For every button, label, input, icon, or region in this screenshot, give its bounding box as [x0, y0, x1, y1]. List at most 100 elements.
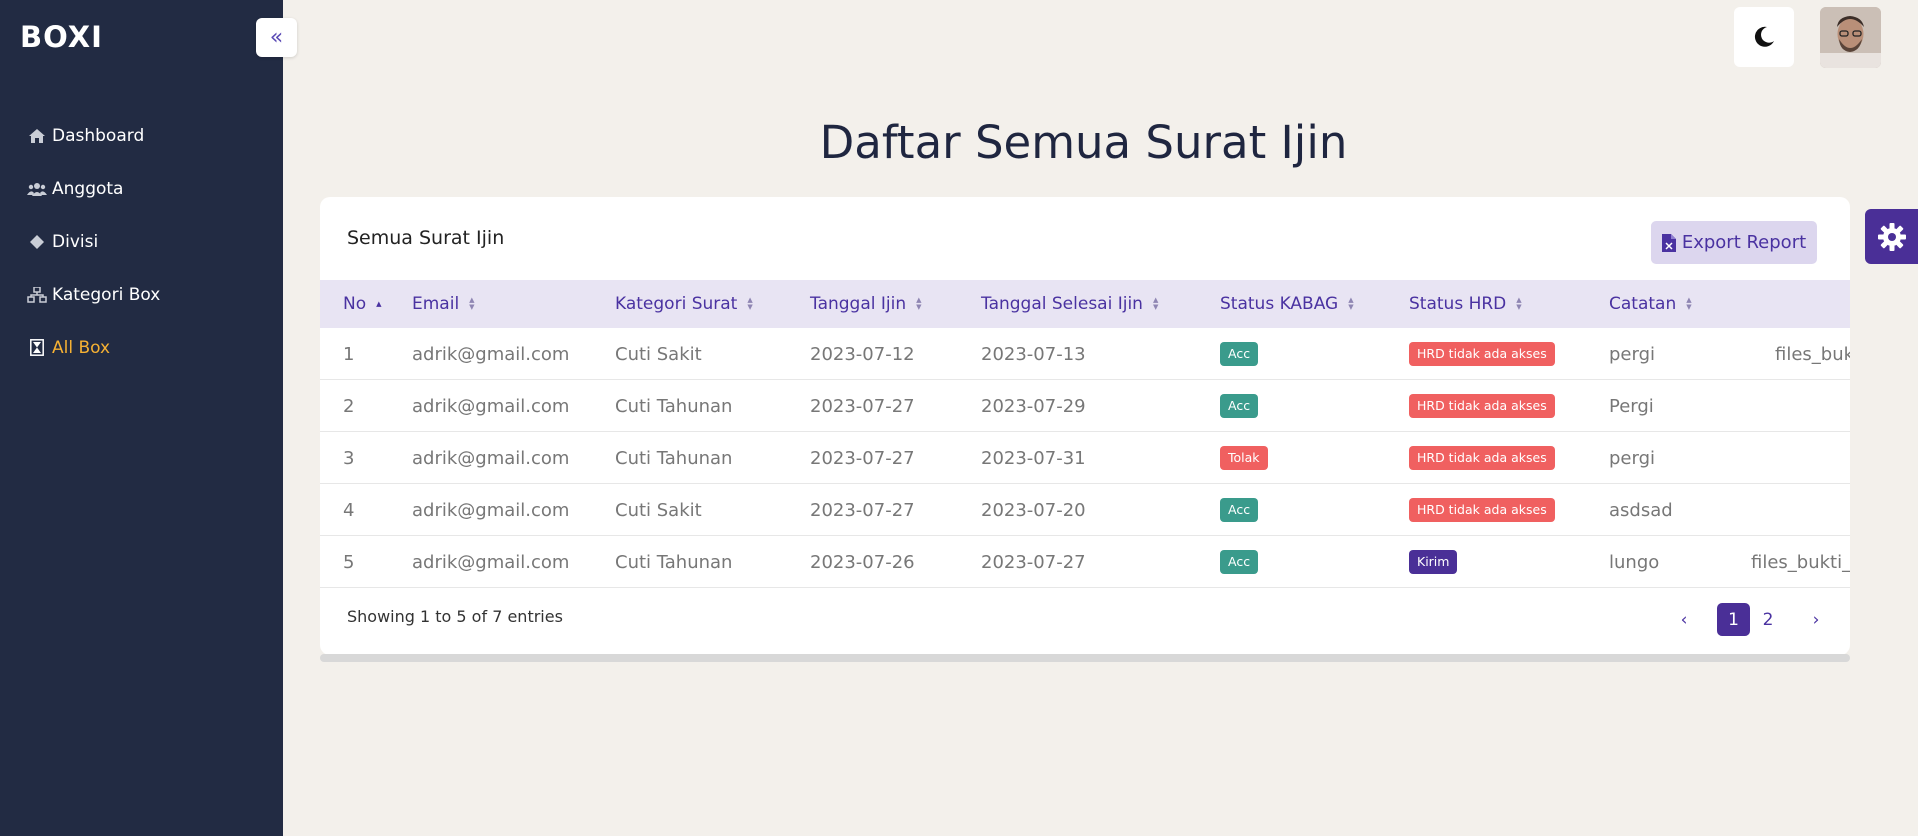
table-row[interactable]: 5 adrik@gmail.com Cuti Tahunan 2023-07-2…: [320, 536, 1850, 588]
cell-kategori: Cuti Tahunan: [615, 551, 733, 573]
cell-email: adrik@gmail.com: [412, 395, 570, 417]
cell-no: 4: [343, 499, 355, 521]
cell-catatan: Pergi: [1609, 395, 1654, 417]
cell-kategori: Cuti Tahunan: [615, 447, 733, 469]
status-badge: Acc: [1220, 550, 1259, 574]
pagination-next[interactable]: ›: [1801, 603, 1831, 636]
entries-info: Showing 1 to 5 of 7 entries: [347, 607, 563, 626]
cell-email: adrik@gmail.com: [412, 343, 570, 365]
cell-file-link[interactable]: files_buk: [1775, 328, 1850, 380]
table-row[interactable]: 3 adrik@gmail.com Cuti Tahunan 2023-07-2…: [320, 432, 1850, 484]
cell-no: 1: [343, 343, 355, 365]
cell-tanggal-selesai: 2023-07-27: [981, 551, 1086, 573]
column-header-no[interactable]: No ▲: [343, 280, 382, 328]
theme-toggle-button[interactable]: [1734, 7, 1794, 67]
cell-tanggal-ijin: 2023-07-12: [810, 343, 915, 365]
diamond-icon: [27, 233, 47, 251]
sort-icon: ▲ ▼: [469, 296, 475, 311]
column-header-catatan[interactable]: Catatan ▲ ▼: [1609, 280, 1692, 328]
moon-icon: [1754, 26, 1774, 47]
cell-email: adrik@gmail.com: [412, 447, 570, 469]
table-header: No ▲ Email ▲ ▼ Kategori Surat ▲ ▼ Tanggal …: [320, 280, 1850, 328]
sidebar-collapse-button[interactable]: «: [256, 18, 297, 57]
column-header-status-kabag[interactable]: Status KABAG ▲ ▼: [1220, 280, 1354, 328]
table-row[interactable]: 2 adrik@gmail.com Cuti Tahunan 2023-07-2…: [320, 380, 1850, 432]
chevron-double-left-icon: «: [269, 25, 284, 50]
cell-no: 5: [343, 551, 355, 573]
status-badge[interactable]: Kirim: [1409, 550, 1458, 574]
cell-tanggal-selesai: 2023-07-20: [981, 499, 1086, 521]
status-badge: HRD tidak ada akses: [1409, 394, 1555, 418]
sidebar-item-label: All Box: [52, 337, 111, 358]
cell-tanggal-ijin: 2023-07-27: [810, 447, 915, 469]
settings-button[interactable]: [1865, 209, 1918, 264]
status-badge: Acc: [1220, 498, 1259, 522]
pagination-prev[interactable]: ‹: [1669, 603, 1699, 636]
column-header-tanggal-selesai[interactable]: Tanggal Selesai Ijin ▲ ▼: [981, 280, 1158, 328]
cell-kategori: Cuti Sakit: [615, 499, 702, 521]
excel-file-icon: [1661, 233, 1676, 252]
table-row[interactable]: 1 adrik@gmail.com Cuti Sakit 2023-07-12 …: [320, 328, 1850, 380]
cell-kategori: Cuti Tahunan: [615, 395, 733, 417]
sidebar-item-anggota[interactable]: Anggota: [27, 162, 160, 215]
cell-tanggal-selesai: 2023-07-31: [981, 447, 1086, 469]
cell-tanggal-ijin: 2023-07-26: [810, 551, 915, 573]
sidebar-item-label: Divisi: [52, 231, 99, 252]
sidebar-item-label: Dashboard: [52, 125, 145, 146]
status-badge: Acc: [1220, 394, 1259, 418]
sort-icon: ▲ ▼: [1348, 296, 1354, 311]
sidebar-item-dashboard[interactable]: Dashboard: [27, 109, 160, 162]
sidebar-item-kategori-box[interactable]: Kategori Box: [27, 268, 160, 321]
sort-icon: ▲ ▼: [916, 296, 922, 311]
sort-icon: ▲ ▼: [747, 296, 753, 311]
sidebar: BOXI Dashboard Anggota Divisi Kategori B…: [0, 0, 283, 836]
sidebar-nav: Dashboard Anggota Divisi Kategori Box Al…: [27, 109, 160, 374]
status-badge: HRD tidak ada akses: [1409, 446, 1555, 470]
cell-catatan: pergi: [1609, 343, 1656, 365]
pagination-page-1[interactable]: 1: [1717, 603, 1750, 636]
app-logo[interactable]: BOXI: [20, 20, 103, 54]
sidebar-item-all-box[interactable]: All Box: [27, 321, 160, 374]
user-photo-icon: [1820, 7, 1881, 68]
cell-tanggal-selesai: 2023-07-29: [981, 395, 1086, 417]
gear-icon: [1877, 222, 1906, 251]
cell-tanggal-ijin: 2023-07-27: [810, 395, 915, 417]
status-badge: Acc: [1220, 342, 1259, 366]
cell-catatan: lungo: [1609, 551, 1660, 573]
cell-catatan: asdsad: [1609, 499, 1673, 521]
table-row[interactable]: 4 adrik@gmail.com Cuti Sakit 2023-07-27 …: [320, 484, 1850, 536]
status-badge: Tolak: [1220, 446, 1268, 470]
sitemap-icon: [27, 286, 47, 304]
cell-kategori: Cuti Sakit: [615, 343, 702, 365]
column-header-status-hrd[interactable]: Status HRD ▲ ▼: [1409, 280, 1522, 328]
sidebar-item-label: Anggota: [52, 178, 124, 199]
cell-tanggal-ijin: 2023-07-27: [810, 499, 915, 521]
sidebar-item-divisi[interactable]: Divisi: [27, 215, 160, 268]
sort-asc-icon: ▲: [376, 299, 382, 308]
cell-tanggal-selesai: 2023-07-13: [981, 343, 1086, 365]
export-report-button[interactable]: Export Report: [1651, 221, 1817, 264]
column-header-email[interactable]: Email ▲ ▼: [412, 280, 475, 328]
cell-file-link[interactable]: files_bukti_: [1751, 536, 1850, 588]
permits-card: Semua Surat Ijin Export Report No ▲ Emai…: [320, 197, 1850, 655]
users-icon: [27, 180, 47, 198]
cell-no: 3: [343, 447, 355, 469]
card-title: Semua Surat Ijin: [347, 227, 505, 249]
cell-catatan: pergi: [1609, 447, 1656, 469]
cell-email: adrik@gmail.com: [412, 499, 570, 521]
status-badge: HRD tidak ada akses: [1409, 498, 1555, 522]
sort-icon: ▲ ▼: [1686, 296, 1692, 311]
status-badge: HRD tidak ada akses: [1409, 342, 1555, 366]
home-icon: [27, 127, 47, 145]
table-horizontal-scrollbar[interactable]: [320, 654, 1850, 662]
page-title: Daftar Semua Surat Ijin: [819, 116, 1348, 169]
column-header-tanggal-ijin[interactable]: Tanggal Ijin ▲ ▼: [810, 280, 922, 328]
sort-icon: ▲ ▼: [1516, 296, 1522, 311]
pagination-page-2[interactable]: 2: [1753, 603, 1783, 636]
cell-no: 2: [343, 395, 355, 417]
cell-email: adrik@gmail.com: [412, 551, 570, 573]
sidebar-item-label: Kategori Box: [52, 284, 161, 305]
hourglass-icon: [27, 339, 47, 357]
column-header-kategori[interactable]: Kategori Surat ▲ ▼: [615, 280, 753, 328]
avatar[interactable]: [1820, 7, 1881, 68]
